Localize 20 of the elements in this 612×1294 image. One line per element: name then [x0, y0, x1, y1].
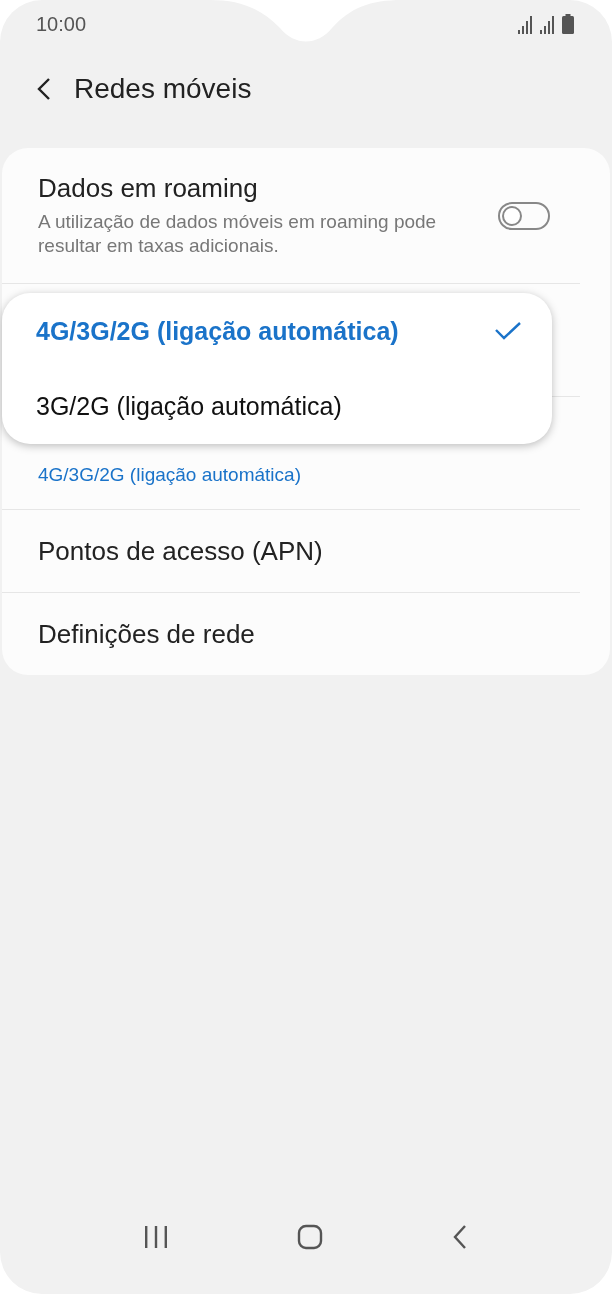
signal-icon	[540, 16, 556, 34]
settings-row[interactable]: Pontos de acesso (APN)	[2, 509, 580, 592]
status-time: 10:00	[36, 12, 87, 36]
row-value: 4G/3G/2G (ligação automática)	[38, 464, 301, 486]
signal-icon	[518, 16, 534, 34]
settings-row[interactable]: Dados em roaming A utilização de dados móveis em roaming pode resultar em taxas adicionais.	[2, 148, 580, 283]
back-icon[interactable]	[36, 77, 52, 101]
home-icon[interactable]	[297, 1224, 323, 1250]
row-title: Definições de rede	[38, 618, 255, 650]
settings-row[interactable]: Definições de rede	[2, 592, 580, 675]
toggle-switch[interactable]	[498, 201, 550, 230]
page-title: Redes móveis	[74, 73, 252, 105]
menu-option[interactable]: 4G/3G/2G (ligação automática)	[2, 293, 552, 369]
back-icon[interactable]	[451, 1224, 468, 1250]
row-subtitle: A utilização de dados móveis em roaming pode resultar em taxas adicionais.	[38, 210, 438, 258]
row-title: Pontos de acesso (APN)	[38, 535, 323, 567]
battery-icon	[562, 14, 574, 34]
check-icon	[494, 321, 522, 341]
recent-apps-icon[interactable]	[144, 1226, 169, 1248]
row-title: Dados em roaming	[38, 173, 259, 204]
